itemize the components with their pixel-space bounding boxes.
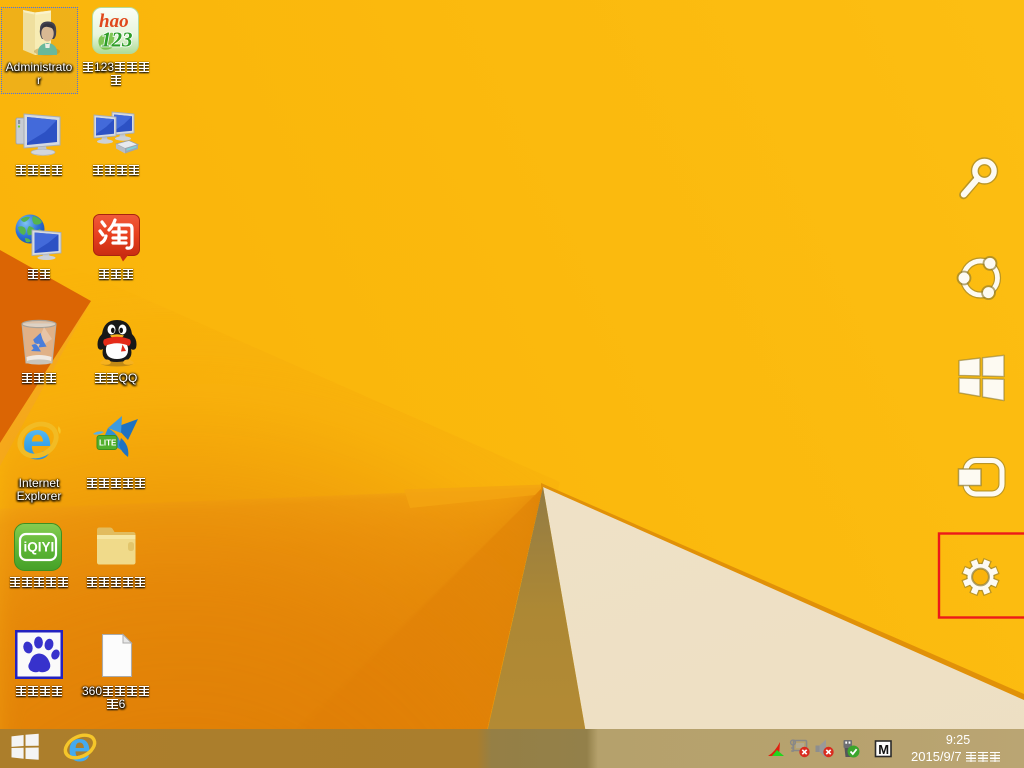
svg-text:123: 123 (101, 28, 133, 52)
svg-text:LITE: LITE (99, 439, 117, 448)
svg-text:iQIYI: iQIYI (24, 540, 55, 555)
svg-text:e: e (68, 729, 91, 768)
svg-text:M: M (878, 742, 889, 757)
svg-text:e: e (22, 417, 52, 467)
